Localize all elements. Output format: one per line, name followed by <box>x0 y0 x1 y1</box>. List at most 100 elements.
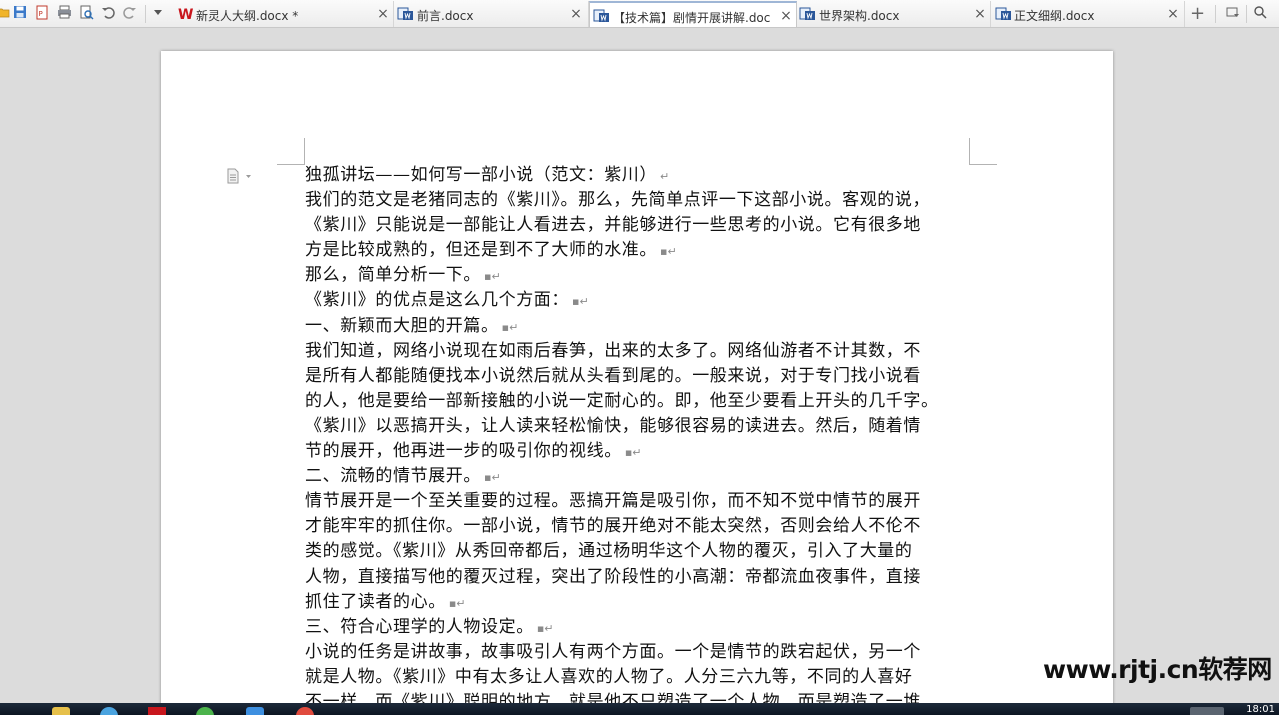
tab-toolbar: P W 新灵人大纲.docx * × 前言.docx × 【技术篇】剧情开展讲解… <box>0 0 1279 28</box>
wps-icon[interactable] <box>148 707 166 715</box>
file-explorer-icon[interactable] <box>52 707 70 715</box>
line-text: 才能牢牢的抓住你。一部小说，情节的展开绝对不能太突然，否则会给人不伦不 <box>305 516 921 537</box>
paragraph-options-icon[interactable] <box>226 168 256 184</box>
close-icon[interactable]: × <box>376 6 390 22</box>
line-text: 《紫川》以恶搞开头，让人读来轻松愉快，能够很容易的读进去。然后，随着情 <box>305 415 921 436</box>
document-line[interactable]: 才能牢牢的抓住你。一部小说，情节的展开绝对不能太突然，否则会给人不伦不 <box>305 514 969 539</box>
line-text: 是所有人都能随便找本小说然后就从头看到尾的。一般来说，对于专门找小说看 <box>305 365 921 386</box>
tray-area[interactable] <box>1190 707 1224 715</box>
customize-dropdown-icon[interactable] <box>152 5 169 22</box>
document-line[interactable]: 方是比较成熟的，但还是到不了大师的水准。 ▪↵ <box>305 238 969 263</box>
paragraph-mark-icon: ▪↵ <box>536 621 554 635</box>
line-text: 一、新颖而大胆的开篇。 <box>305 315 499 336</box>
open-folder-icon[interactable] <box>0 5 13 22</box>
close-icon[interactable]: × <box>779 8 793 24</box>
document-line[interactable]: 《紫川》以恶搞开头，让人读来轻松愉快，能够很容易的读进去。然后，随着情 <box>305 414 969 439</box>
new-tab-plus-icon[interactable]: + <box>1189 5 1206 23</box>
tab-label: 前言.docx <box>417 9 474 23</box>
margin-corner-top-right <box>969 138 997 165</box>
close-icon[interactable]: × <box>973 6 987 22</box>
tab-world-architecture[interactable]: 世界架构.docx × <box>797 1 991 27</box>
line-text: 节的展开，他再进一步的吸引你的视线。 <box>305 441 622 462</box>
document-line[interactable]: 《紫川》只能说是一部能让人看进去，并能够进行一些思考的小说。它有很多地 <box>305 213 969 238</box>
line-text: 《紫川》的优点是这么几个方面： <box>305 290 569 311</box>
document-line[interactable]: 一、新颖而大胆的开篇。 ▪↵ <box>305 314 969 339</box>
wps-writer-logo-icon: W <box>178 6 195 23</box>
docx-file-icon <box>799 6 816 21</box>
tab-label: 世界架构.docx <box>819 9 900 23</box>
document-body[interactable]: 独孤讲坛——如何写一部小说（范文：紫川） ↵ 我们的范文是老猪同志的《紫川》。那么，… <box>305 163 969 715</box>
close-icon[interactable]: × <box>569 6 583 22</box>
docx-file-icon <box>397 6 414 21</box>
line-text: 我们的范文是老猪同志的《紫川》。那么，先简单点评一下这部小说。客观的说， <box>305 190 931 211</box>
paragraph-mark-icon: ▪↵ <box>624 446 642 460</box>
tab-xinlingren-outline[interactable]: W 新灵人大纲.docx * × <box>176 1 394 27</box>
line-text: 那么，简单分析一下。 <box>305 265 481 286</box>
document-line[interactable]: 抓住了读者的心。 ▪↵ <box>305 590 969 615</box>
paragraph-mark-icon: ▪↵ <box>448 596 466 610</box>
document-line[interactable]: 人物，直接描写他的覆灭过程，突出了阶段性的小高潮：帝都流血夜事件，直接 <box>305 565 969 590</box>
svg-text:P: P <box>39 10 43 18</box>
redo-icon[interactable] <box>123 5 140 22</box>
app-blue-icon[interactable] <box>246 707 264 715</box>
toolbar-divider <box>1215 5 1216 23</box>
svg-text:W: W <box>178 7 193 21</box>
site-watermark: www.rjtj.cn软荐网 <box>1043 655 1272 684</box>
tab-plot-development-lecture[interactable]: 【技术篇】剧情开展讲解.doc × <box>589 1 797 27</box>
app-green-icon[interactable] <box>196 707 214 715</box>
line-text: 类的感觉。《紫川》从秀回帝都后，通过杨明华这个人物的覆灭，引入了大量的 <box>305 541 913 562</box>
line-text: 独孤讲坛——如何写一部小说（范文：紫川） <box>305 165 657 185</box>
document-line[interactable]: 类的感觉。《紫川》从秀回帝都后，通过杨明华这个人物的覆灭，引入了大量的 <box>305 539 969 564</box>
document-line[interactable]: 那么，简单分析一下。 ▪↵ <box>305 263 969 288</box>
document-line[interactable]: 三、符合心理学的人物设定。 ▪↵ <box>305 615 969 640</box>
line-text: 的人，他是要给一部新接触的小说一定耐心的。即，他至少要看上开头的几千字。 <box>305 390 939 411</box>
line-text: 三、符合心理学的人物设定。 <box>305 616 534 637</box>
document-line[interactable]: 情节展开是一个至关重要的过程。恶搞开篇是吸引你，而不知不觉中情节的展开 <box>305 489 969 514</box>
export-pdf-icon[interactable]: P <box>35 5 52 22</box>
docx-file-icon <box>593 8 610 23</box>
browser-icon[interactable] <box>100 707 118 715</box>
line-text: 方是比较成熟的，但还是到不了大师的水准。 <box>305 240 657 261</box>
tab-label: 正文细纲.docx <box>1014 9 1095 23</box>
document-line[interactable]: 的人，他是要给一部新接触的小说一定耐心的。即，他至少要看上开头的几千字。 <box>305 389 969 414</box>
paragraph-mark-icon: ▪↵ <box>501 320 519 334</box>
line-text: 我们知道，网络小说现在如雨后春笋，出来的太多了。网络仙游者不计其数，不 <box>305 340 921 361</box>
paragraph-mark-icon: ▪↵ <box>660 245 677 259</box>
paragraph-mark-icon: ▪↵ <box>484 270 501 284</box>
line-text: 人物，直接描写他的覆灭过程，突出了阶段性的小高潮：帝都流血夜事件，直接 <box>305 566 921 587</box>
tab-list-icon[interactable] <box>1226 5 1243 22</box>
print-preview-icon[interactable] <box>79 5 96 22</box>
document-page[interactable]: 独孤讲坛——如何写一部小说（范文：紫川） ↵ 我们的范文是老猪同志的《紫川》。那么，… <box>161 51 1113 715</box>
paragraph-mark-icon: ▪↵ <box>484 471 501 485</box>
toolbar-divider <box>145 5 146 23</box>
line-text: 抓住了读者的心。 <box>305 591 446 612</box>
document-line[interactable]: 独孤讲坛——如何写一部小说（范文：紫川） ↵ <box>305 163 969 188</box>
search-icon[interactable] <box>1253 5 1270 22</box>
taskbar-clock[interactable]: 18:01 <box>1246 704 1275 715</box>
line-text: 情节展开是一个至关重要的过程。恶搞开篇是吸引你，而不知不觉中情节的展开 <box>305 491 921 512</box>
document-line[interactable]: 是所有人都能随便找本小说然后就从头看到尾的。一般来说，对于专门找小说看 <box>305 364 969 389</box>
document-line[interactable]: 我们的范文是老猪同志的《紫川》。那么，先简单点评一下这部小说。客观的说， <box>305 188 969 213</box>
tab-main-text-outline[interactable]: 正文细纲.docx × <box>991 1 1185 27</box>
document-line[interactable]: 我们知道，网络小说现在如雨后春笋，出来的太多了。网络仙游者不计其数，不 <box>305 339 969 364</box>
line-text: 《紫川》只能说是一部能让人看进去，并能够进行一些思考的小说。它有很多地 <box>305 215 921 236</box>
undo-icon[interactable] <box>101 5 118 22</box>
chrome-icon[interactable] <box>296 707 314 715</box>
tab-label: 新灵人大纲.docx * <box>196 9 299 23</box>
document-line[interactable]: 就是人物。《紫川》中有太多让人喜欢的人物了。人分三六九等，不同的人喜好 <box>305 665 969 690</box>
line-text: 二、流畅的情节展开。 <box>305 466 481 487</box>
line-text: 就是人物。《紫川》中有太多让人喜欢的人物了。人分三六九等，不同的人喜好 <box>305 666 913 687</box>
tab-preface[interactable]: 前言.docx × <box>394 1 589 27</box>
print-icon[interactable] <box>57 5 74 22</box>
document-line[interactable]: 《紫川》的优点是这么几个方面： ▪↵ <box>305 288 969 313</box>
margin-corner-top-left <box>277 138 305 165</box>
document-line[interactable]: 小说的任务是讲故事，故事吸引人有两个方面。一个是情节的跌宕起伏，另一个 <box>305 640 969 665</box>
tab-label: 【技术篇】剧情开展讲解.doc <box>613 11 771 25</box>
save-icon[interactable] <box>13 5 30 22</box>
document-line[interactable]: 节的展开，他再进一步的吸引你的视线。 ▪↵ <box>305 439 969 464</box>
line-text: 小说的任务是讲故事，故事吸引人有两个方面。一个是情节的跌宕起伏，另一个 <box>305 641 921 662</box>
toolbar-divider <box>1246 5 1247 23</box>
paragraph-mark-icon: ↵ <box>660 170 670 183</box>
document-line[interactable]: 二、流畅的情节展开。 ▪↵ <box>305 464 969 489</box>
close-icon[interactable]: × <box>1166 6 1180 22</box>
